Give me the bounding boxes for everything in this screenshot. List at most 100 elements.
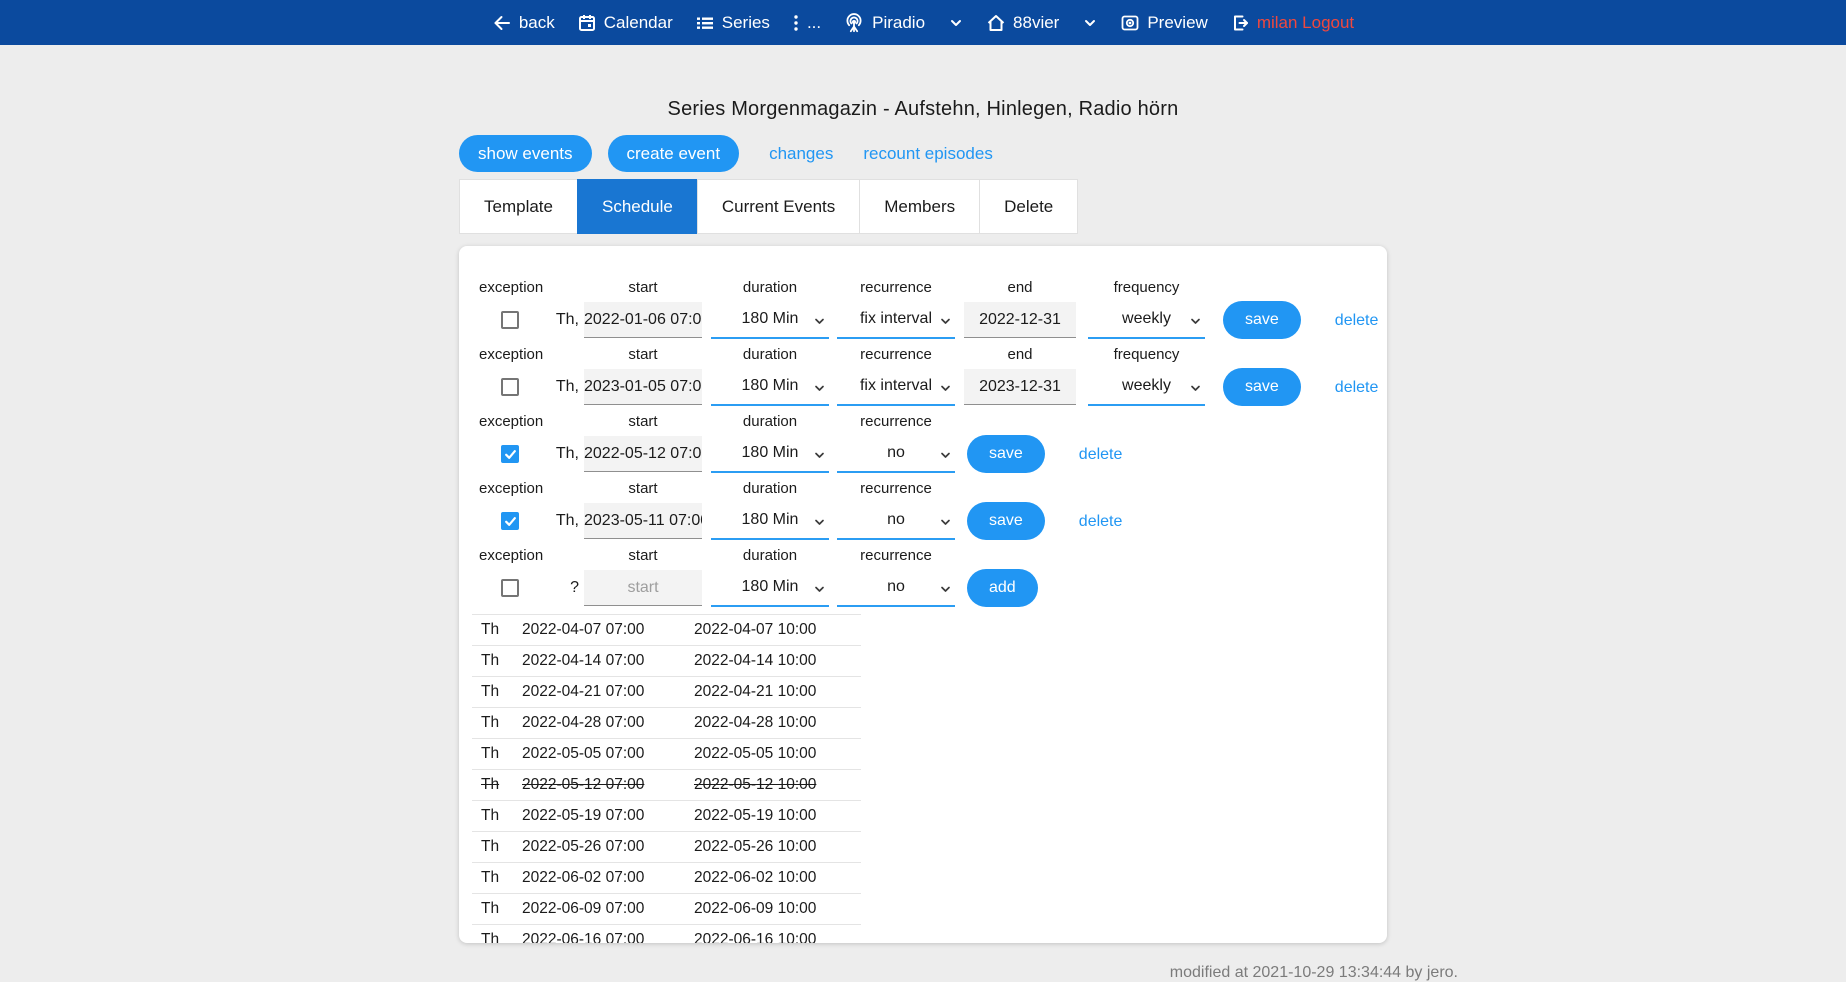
studio-chevron-down-icon[interactable] [1082, 15, 1098, 31]
delete-link[interactable]: delete [1335, 312, 1379, 330]
nav-calendar[interactable]: Calendar [566, 13, 684, 33]
start-input[interactable] [584, 503, 702, 539]
chevron-down-icon [940, 448, 951, 466]
modified-footer: modified at 2021-10-29 13:34:44 by jero. [0, 964, 1846, 982]
chevron-down-icon [814, 515, 825, 533]
exception-checkbox[interactable] [501, 512, 519, 530]
duration-select[interactable]: 180 Min [711, 569, 829, 607]
duration-label: duration [711, 413, 829, 431]
event-start: 2022-06-02 07:00 [512, 869, 684, 887]
create-event-button[interactable]: create event [608, 135, 740, 172]
exception-checkbox[interactable] [501, 378, 519, 396]
exception-checkbox[interactable] [501, 445, 519, 463]
event-start: 2022-05-26 07:00 [512, 838, 684, 856]
tab-current-events[interactable]: Current Events [697, 179, 860, 234]
recurrence-select[interactable]: fix interval [837, 368, 955, 406]
event-end: 2022-04-07 10:00 [684, 621, 861, 639]
duration-select[interactable]: 180 Min [711, 301, 829, 339]
nav-more[interactable]: ... [781, 13, 832, 33]
chevron-down-icon [940, 381, 951, 399]
recurrence-value: no [887, 578, 905, 596]
frequency-select[interactable]: weekly [1088, 368, 1205, 406]
end-label: end [964, 346, 1076, 364]
chevron-down-icon [1190, 314, 1201, 332]
nav-calendar-label: Calendar [604, 13, 673, 33]
schedule-form: exception Th, start duration 180 Min [479, 279, 1387, 607]
start-input[interactable] [584, 302, 702, 338]
delete-link[interactable]: delete [1079, 513, 1123, 531]
recurrence-select[interactable]: fix interval [837, 301, 955, 339]
save-button[interactable]: save [967, 502, 1045, 540]
exception-label: exception [479, 547, 541, 565]
exception-checkbox[interactable] [501, 579, 519, 597]
tabs: TemplateScheduleCurrent EventsMembersDel… [459, 179, 1387, 234]
recurrence-value: no [887, 444, 905, 462]
duration-select[interactable]: 180 Min [711, 368, 829, 406]
recurrence-select[interactable]: no [837, 569, 955, 607]
start-label: start [584, 279, 702, 297]
frequency-value: weekly [1122, 377, 1171, 395]
end-input[interactable] [964, 302, 1076, 338]
nav-preview-label: Preview [1147, 13, 1207, 33]
station-chevron-down-icon[interactable] [948, 15, 964, 31]
nav-logout-label: milan Logout [1257, 13, 1354, 33]
changes-link[interactable]: changes [769, 144, 833, 164]
nav-station[interactable]: Piradio [832, 12, 975, 34]
frequency-select[interactable]: weekly [1088, 301, 1205, 339]
nav-back-label: back [519, 13, 555, 33]
recurrence-select[interactable]: no [837, 435, 955, 473]
event-start: 2022-05-05 07:00 [512, 745, 684, 763]
event-row: Th 2022-06-16 07:00 2022-06-16 10:00 [472, 924, 861, 943]
start-input[interactable] [584, 369, 702, 405]
nav-logout[interactable]: milan Logout [1219, 13, 1365, 33]
event-start: 2022-04-28 07:00 [512, 714, 684, 732]
list-icon [695, 13, 715, 33]
duration-select[interactable]: 180 Min [711, 435, 829, 473]
event-day: Th [472, 838, 512, 856]
delete-link[interactable]: delete [1079, 446, 1123, 464]
nav-studio[interactable]: 88vier [975, 13, 1109, 33]
end-input[interactable] [964, 369, 1076, 405]
start-input[interactable] [584, 436, 702, 472]
recurrence-label: recurrence [837, 413, 955, 431]
recurrence-select[interactable]: no [837, 502, 955, 540]
tab-members[interactable]: Members [859, 179, 980, 234]
schedule-row: exception Th, start duration 180 Min [479, 346, 1387, 406]
event-row: Th 2022-06-09 07:00 2022-06-09 10:00 [472, 893, 861, 924]
chevron-down-icon [1190, 381, 1201, 399]
recurrence-value: fix interval [860, 310, 932, 328]
tab-schedule[interactable]: Schedule [577, 179, 698, 234]
frequency-value: weekly [1122, 310, 1171, 328]
duration-select[interactable]: 180 Min [711, 502, 829, 540]
tab-delete[interactable]: Delete [979, 179, 1078, 234]
calendar-icon [577, 13, 597, 33]
show-events-button[interactable]: show events [459, 135, 592, 172]
event-start: 2022-06-09 07:00 [512, 900, 684, 918]
save-button[interactable]: save [1223, 368, 1301, 406]
nav-series[interactable]: Series [684, 13, 781, 33]
event-row: Th 2022-05-12 07:00 2022-05-12 10:00 [472, 769, 861, 800]
add-button[interactable]: add [967, 569, 1038, 607]
exception-label: exception [479, 413, 541, 431]
schedule-row: exception Th, start duration 180 Min [479, 480, 1387, 540]
event-end: 2022-04-28 10:00 [684, 714, 861, 732]
recount-episodes-link[interactable]: recount episodes [863, 144, 992, 164]
event-start: 2022-05-19 07:00 [512, 807, 684, 825]
save-button[interactable]: save [1223, 301, 1301, 339]
nav-preview[interactable]: Preview [1109, 13, 1218, 33]
chevron-down-icon [940, 314, 951, 332]
event-day: Th [472, 652, 512, 670]
event-row: Th 2022-05-26 07:00 2022-05-26 10:00 [472, 831, 861, 862]
event-end: 2022-06-02 10:00 [684, 869, 861, 887]
event-row: Th 2022-04-07 07:00 2022-04-07 10:00 [472, 614, 861, 645]
save-button[interactable]: save [967, 435, 1045, 473]
exception-checkbox[interactable] [501, 311, 519, 329]
tab-template[interactable]: Template [459, 179, 578, 234]
nav-back[interactable]: back [481, 13, 566, 33]
duration-value: 180 Min [742, 511, 799, 529]
delete-link[interactable]: delete [1335, 379, 1379, 397]
start-input[interactable] [584, 570, 702, 606]
arrow-left-icon [492, 13, 512, 33]
logout-icon [1230, 13, 1250, 33]
event-row: Th 2022-05-19 07:00 2022-05-19 10:00 [472, 800, 861, 831]
